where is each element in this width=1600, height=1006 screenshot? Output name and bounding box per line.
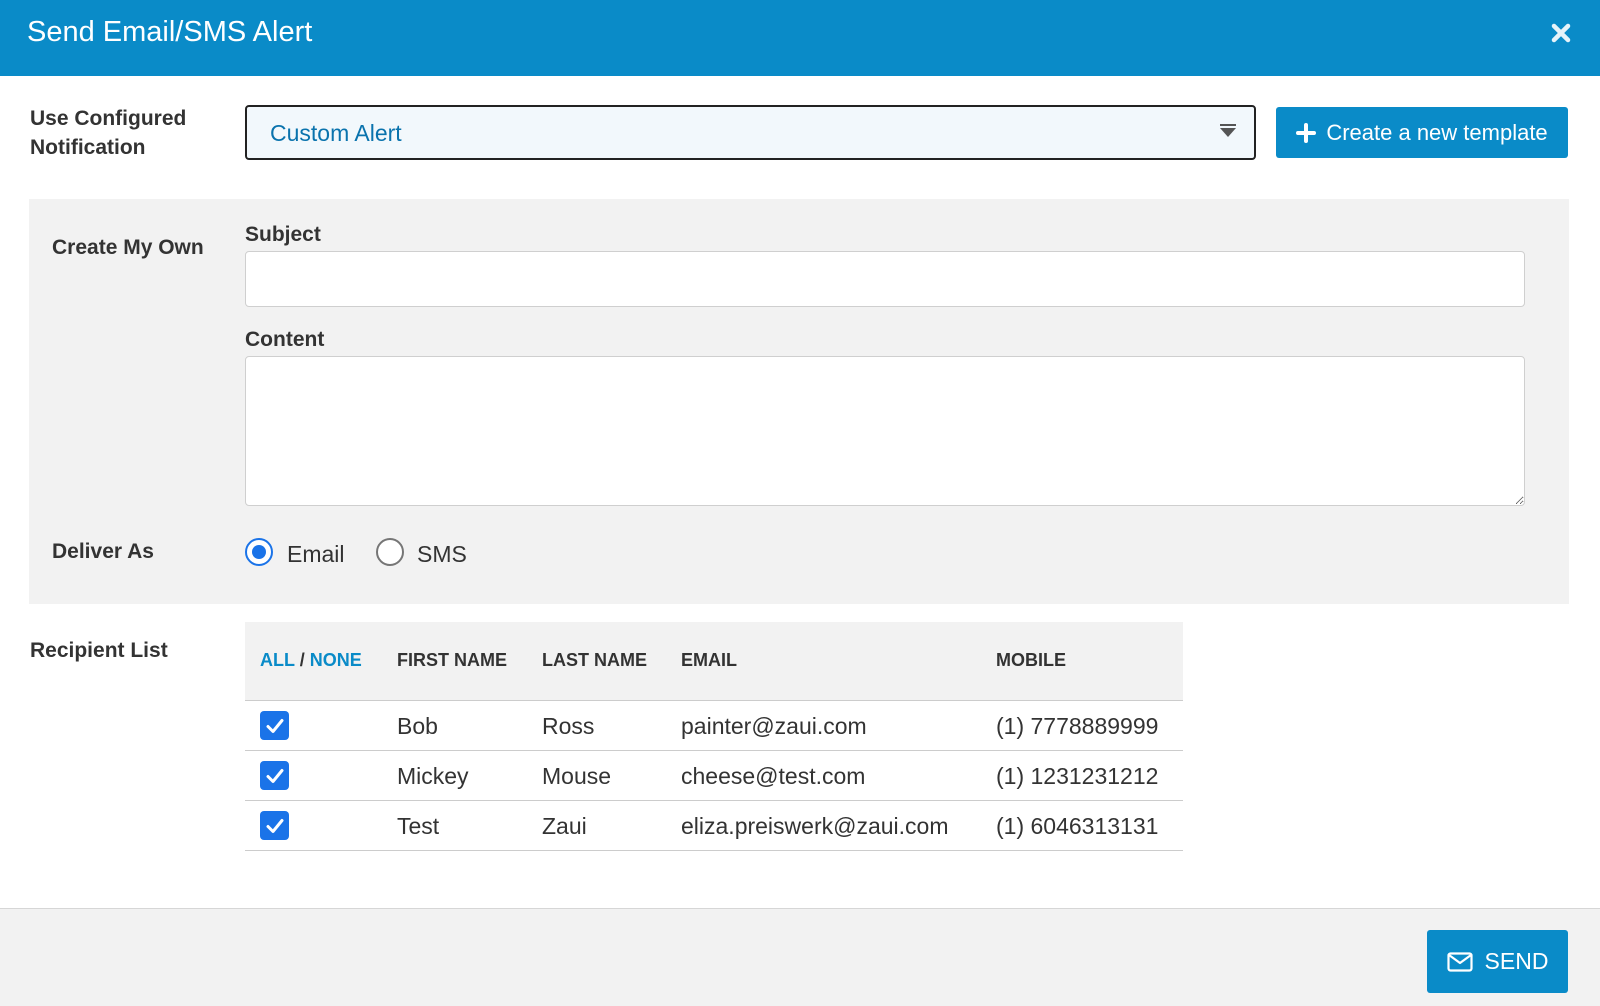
send-button[interactable]: SEND — [1427, 930, 1568, 993]
select-all-link[interactable]: ALL — [260, 650, 295, 670]
recipient-table: ALL / NONE FIRST NAME LAST NAME EMAIL MO… — [245, 622, 1183, 851]
last-name-cell: Ross — [542, 713, 595, 739]
deliver-email-radio[interactable] — [245, 538, 273, 566]
mobile-cell: (1) 7778889999 — [996, 713, 1159, 739]
recipient-checkbox[interactable] — [260, 761, 289, 790]
column-mobile: MOBILE — [996, 650, 1066, 670]
chevron-down-icon — [1220, 124, 1236, 137]
first-name-cell: Bob — [397, 713, 438, 739]
recipient-checkbox[interactable] — [260, 811, 289, 840]
table-row: Bob Ross painter@zaui.com (1) 7778889999 — [245, 701, 1183, 751]
plus-icon — [1296, 122, 1317, 143]
table-header: ALL / NONE FIRST NAME LAST NAME EMAIL MO… — [245, 622, 1183, 701]
table-row: Mickey Mouse cheese@test.com (1) 1231231… — [245, 751, 1183, 801]
column-email: EMAIL — [681, 650, 737, 670]
recipient-checkbox[interactable] — [260, 711, 289, 740]
notification-label: Use Configured Notification — [30, 104, 186, 162]
checkmark-icon — [266, 768, 283, 783]
deliver-email-label[interactable]: Email — [287, 540, 345, 568]
first-name-cell: Test — [397, 813, 440, 839]
mobile-cell: (1) 1231231212 — [996, 763, 1159, 789]
notification-select[interactable]: Custom Alert — [245, 105, 1256, 160]
close-icon[interactable] — [1551, 23, 1571, 43]
select-none-link[interactable]: NONE — [310, 650, 362, 670]
column-first-name: FIRST NAME — [397, 650, 507, 670]
notification-label-line1: Use Configured — [30, 107, 187, 130]
create-my-own-label: Create My Own — [52, 236, 204, 259]
create-template-button[interactable]: Create a new template — [1276, 107, 1568, 158]
deliver-sms-radio[interactable] — [376, 538, 404, 566]
last-name-cell: Mouse — [542, 763, 612, 789]
subject-input[interactable] — [245, 251, 1525, 307]
first-name-cell: Mickey — [397, 763, 469, 789]
select-all-none: ALL / NONE — [260, 649, 362, 671]
last-name-cell: Zaui — [542, 813, 587, 839]
mobile-cell: (1) 6046313131 — [996, 813, 1159, 839]
dialog-footer — [0, 908, 1600, 1006]
recipient-list-label: Recipient List — [30, 639, 168, 662]
notification-label-line2: Notification — [30, 136, 146, 159]
create-template-label: Create a new template — [1326, 119, 1548, 145]
dialog-header: Send Email/SMS Alert — [0, 0, 1600, 76]
checkmark-icon — [266, 718, 283, 733]
content-textarea[interactable] — [245, 356, 1525, 506]
email-cell: cheese@test.com — [681, 763, 866, 789]
column-last-name: LAST NAME — [542, 650, 647, 670]
subject-label: Subject — [245, 223, 321, 246]
select-separator: / — [299, 650, 305, 670]
table-row: Test Zaui eliza.preiswerk@zaui.com (1) 6… — [245, 801, 1183, 851]
send-label: SEND — [1484, 948, 1549, 974]
notification-select-value: Custom Alert — [270, 120, 402, 146]
content-label: Content — [245, 328, 325, 351]
deliver-sms-label[interactable]: SMS — [417, 540, 467, 568]
checkmark-icon — [266, 818, 283, 833]
deliver-as-label: Deliver As — [52, 540, 154, 563]
envelope-icon — [1446, 951, 1473, 972]
email-cell: eliza.preiswerk@zaui.com — [681, 813, 949, 839]
dialog-title: Send Email/SMS Alert — [27, 16, 313, 48]
email-cell: painter@zaui.com — [681, 713, 867, 739]
close-button[interactable] — [1548, 20, 1574, 46]
